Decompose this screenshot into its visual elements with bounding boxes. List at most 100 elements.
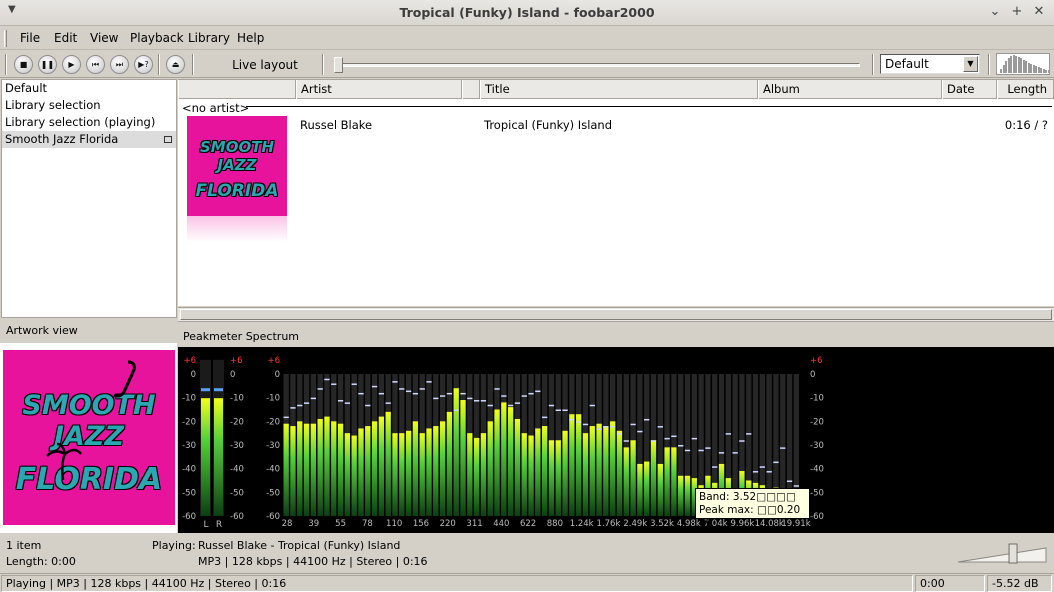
spectrum-peak bbox=[664, 437, 670, 440]
spectrum-bar bbox=[514, 418, 521, 516]
toolbar: ■ ❚❚ ▶ ⏮ ⏭ ▶? ⏏ Live layout editing Defa… bbox=[0, 51, 1054, 92]
spectrum-bar bbox=[616, 430, 623, 516]
row-length: 0:16 / ? bbox=[1004, 118, 1048, 132]
column-header-length[interactable]: Length bbox=[997, 80, 1054, 99]
spectrum-peak bbox=[385, 402, 391, 404]
maximize-icon[interactable]: + bbox=[1008, 3, 1026, 21]
playlist-item[interactable]: Library selection (playing) bbox=[2, 114, 176, 131]
stop-button[interactable]: ■ bbox=[14, 55, 33, 74]
frequency-label: 39 bbox=[308, 519, 319, 529]
spectrum-bar bbox=[630, 440, 636, 516]
spectrum-peak bbox=[684, 449, 691, 452]
spectrum-bar bbox=[589, 426, 595, 516]
spectrum-bar bbox=[535, 428, 541, 516]
column-header-artist[interactable]: Artist bbox=[296, 80, 462, 99]
volume-slider[interactable] bbox=[956, 542, 1048, 566]
toolbar-separator bbox=[988, 54, 990, 75]
spectrum-bar bbox=[303, 423, 310, 516]
row-title: Tropical (Funky) Island bbox=[484, 118, 613, 132]
dsp-preset-select[interactable]: Default ▼ bbox=[880, 54, 980, 74]
menu-view[interactable]: View bbox=[90, 31, 118, 45]
spectrum-peak bbox=[405, 390, 412, 393]
playlist-switcher: Default Library selection Library selectio… bbox=[1, 79, 177, 318]
db-scale-label: +6 bbox=[230, 356, 243, 366]
spectrum-peak bbox=[351, 383, 357, 385]
db-scale-label: -60 bbox=[182, 512, 196, 522]
status-bar: Playing | MP3 | 128 kbps | 44100 Hz | St… bbox=[0, 573, 1054, 592]
scrollbar-thumb[interactable] bbox=[180, 309, 1052, 320]
spectrum-peak bbox=[460, 392, 466, 395]
spectrum-bar bbox=[507, 407, 514, 516]
random-button[interactable]: ▶? bbox=[134, 55, 153, 74]
live-layout-editing-button[interactable]: Live layout editing bbox=[216, 55, 314, 92]
pause-button[interactable]: ❚❚ bbox=[38, 55, 57, 74]
spectrum-peak bbox=[303, 402, 310, 404]
spectrum-bar bbox=[657, 463, 663, 516]
column-header-bar: Artist Title Album Date Length bbox=[178, 80, 1054, 99]
frequency-label: 4.98k bbox=[677, 519, 701, 529]
group-header-line bbox=[246, 106, 1052, 107]
db-scale-label: -30 bbox=[230, 441, 244, 451]
window-title: Tropical (Funky) Island - foobar2000 bbox=[399, 5, 655, 20]
db-scale-label: -60 bbox=[266, 512, 280, 522]
seek-thumb[interactable] bbox=[334, 57, 343, 73]
spectrum-peak bbox=[324, 378, 330, 381]
column-header-title[interactable]: Title bbox=[480, 80, 758, 99]
chevron-down-icon[interactable]: ▼ bbox=[963, 56, 978, 72]
saxophone-icon bbox=[113, 360, 136, 398]
horizontal-scrollbar[interactable] bbox=[178, 307, 1054, 322]
toolbar-separator bbox=[158, 54, 160, 75]
frequency-label: 880 bbox=[547, 519, 563, 529]
column-header-date[interactable]: Date bbox=[942, 80, 997, 99]
previous-button[interactable]: ⏮ bbox=[86, 55, 105, 74]
spectrum-peak bbox=[616, 433, 623, 435]
spectrum-peak bbox=[419, 388, 425, 390]
eject-button[interactable]: ⏏ bbox=[166, 55, 185, 74]
spectrum-bar bbox=[521, 433, 527, 516]
logo-text-bottom: FLORIDA bbox=[15, 462, 163, 497]
play-button[interactable]: ▶ bbox=[62, 55, 81, 74]
minimize-icon[interactable]: ⌄ bbox=[986, 3, 1004, 21]
close-icon[interactable]: ✕ bbox=[1030, 3, 1048, 21]
menu-file[interactable]: File bbox=[20, 31, 40, 45]
next-button[interactable]: ⏭ bbox=[110, 55, 129, 74]
playlist-item[interactable]: Library selection bbox=[2, 97, 176, 114]
spectrum-bar bbox=[344, 433, 351, 516]
menu-edit[interactable]: Edit bbox=[54, 31, 77, 45]
toolbar-grip bbox=[5, 54, 7, 75]
column-header-album[interactable]: Album bbox=[758, 80, 942, 99]
frequency-label: 622 bbox=[520, 519, 536, 529]
spectrum-bar bbox=[473, 437, 480, 516]
spectrum-peak bbox=[439, 395, 446, 397]
toolbar-separator bbox=[192, 54, 194, 75]
playlist-item[interactable]: Default bbox=[2, 80, 176, 97]
volume-thumb[interactable] bbox=[1008, 543, 1018, 564]
spectrum-bar bbox=[317, 418, 323, 516]
spectrum-bar bbox=[290, 426, 296, 516]
spectrum-bar bbox=[392, 433, 398, 516]
db-scale-label: -50 bbox=[810, 488, 824, 498]
spectrum-peak bbox=[392, 381, 398, 383]
column-header-spacer bbox=[178, 80, 296, 99]
menu-library[interactable]: Library bbox=[188, 31, 230, 45]
spectrum-peak bbox=[630, 423, 636, 426]
menu-playback[interactable]: Playback bbox=[130, 31, 184, 45]
artwork-view: SMOOTH JAZZ FLORIDA bbox=[0, 343, 177, 533]
now-playing: Russel Blake - Tropical (Funky) Island bbox=[198, 539, 401, 552]
playlist-item[interactable]: Smooth Jazz Florida bbox=[2, 131, 176, 148]
db-scale-label: -10 bbox=[810, 394, 824, 404]
mini-visualisation bbox=[996, 53, 1050, 75]
spectrum-peak bbox=[290, 407, 296, 409]
album-art-reflection bbox=[187, 216, 287, 242]
spectrum-peak bbox=[589, 404, 595, 407]
seek-bar[interactable] bbox=[332, 57, 862, 73]
menu-help[interactable]: Help bbox=[237, 31, 264, 45]
spectrum-bar bbox=[678, 475, 684, 516]
spectrum-peak bbox=[623, 440, 629, 442]
spectrum-peak bbox=[453, 409, 459, 411]
frequency-label: 440 bbox=[493, 519, 509, 529]
spectrum-peak bbox=[521, 395, 527, 397]
group-art-text-bottom: FLORIDA bbox=[195, 181, 279, 201]
spectrum-bar bbox=[494, 409, 500, 516]
playlist-close-icon[interactable] bbox=[164, 136, 172, 143]
